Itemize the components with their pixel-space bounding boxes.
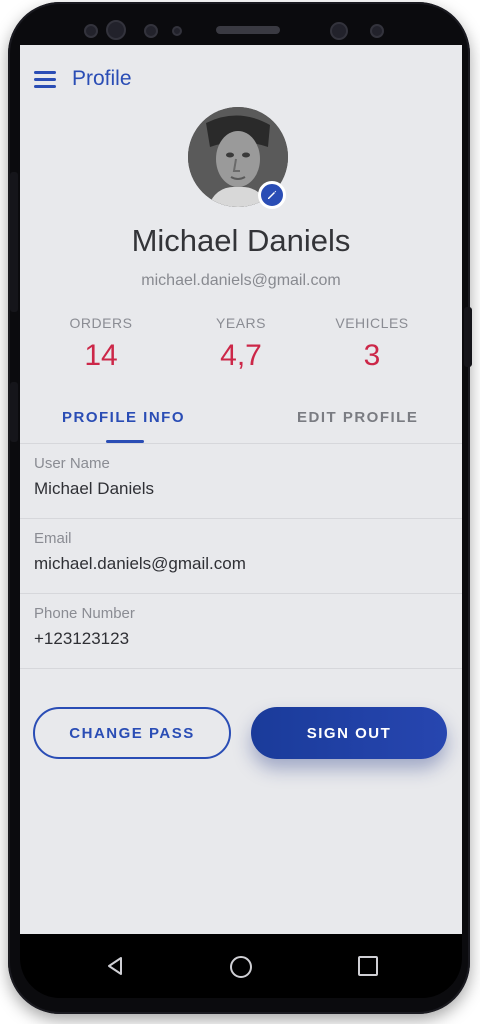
volume-button xyxy=(10,172,18,312)
home-circle-icon[interactable] xyxy=(230,956,252,978)
bixby-button xyxy=(10,382,18,442)
field-value: michael.daniels@gmail.com xyxy=(34,554,246,573)
pencil-icon[interactable] xyxy=(258,181,286,209)
sensor-icon xyxy=(84,24,98,38)
field-value: Michael Daniels xyxy=(34,479,154,498)
top-bar: Profile xyxy=(20,45,462,115)
stat-value: 4,7 xyxy=(220,339,262,372)
android-nav-bar xyxy=(20,934,462,998)
sensor-icon xyxy=(172,26,182,36)
field-label: User Name xyxy=(34,455,110,472)
field-label: Phone Number xyxy=(34,605,135,622)
sensor-icon xyxy=(106,20,126,40)
recent-apps-icon[interactable] xyxy=(358,956,378,976)
stat-value: 14 xyxy=(84,339,118,372)
stat-years: YEARS 4,7 xyxy=(181,315,301,373)
avatar-container xyxy=(188,107,288,209)
earpiece-speaker xyxy=(216,26,280,34)
page-title: Profile xyxy=(72,67,132,90)
stat-label: ORDERS xyxy=(69,315,133,331)
field-user-name: User Name Michael Daniels xyxy=(20,443,462,519)
field-label: Email xyxy=(34,530,72,547)
change-pass-button[interactable]: CHANGE PASS xyxy=(33,707,231,759)
profile-email: michael.daniels@gmail.com xyxy=(141,272,341,289)
field-email: Email michael.daniels@gmail.com xyxy=(20,518,462,594)
stat-orders: ORDERS 14 xyxy=(41,315,161,373)
tab-profile-info[interactable]: PROFILE INFO xyxy=(62,409,185,426)
sensor-icon xyxy=(144,24,158,38)
back-triangle-icon[interactable] xyxy=(106,956,124,981)
app-screen: Profile Michael Daniels michael.daniels@… xyxy=(20,45,462,934)
stat-vehicles: VEHICLES 3 xyxy=(312,315,432,373)
field-value: +123123123 xyxy=(34,629,130,648)
stat-label: YEARS xyxy=(216,315,266,331)
stat-label: VEHICLES xyxy=(335,315,409,331)
power-button xyxy=(464,307,472,367)
stat-value: 3 xyxy=(363,339,381,372)
tab-edit-profile[interactable]: EDIT PROFILE xyxy=(297,409,418,426)
hamburger-menu-icon[interactable] xyxy=(34,71,56,89)
sign-out-button[interactable]: SIGN OUT xyxy=(251,707,447,759)
sensor-icon xyxy=(370,24,384,38)
profile-name: Michael Daniels xyxy=(131,223,351,258)
field-phone-number: Phone Number +123123123 xyxy=(20,593,462,669)
front-camera-icon xyxy=(330,22,348,40)
